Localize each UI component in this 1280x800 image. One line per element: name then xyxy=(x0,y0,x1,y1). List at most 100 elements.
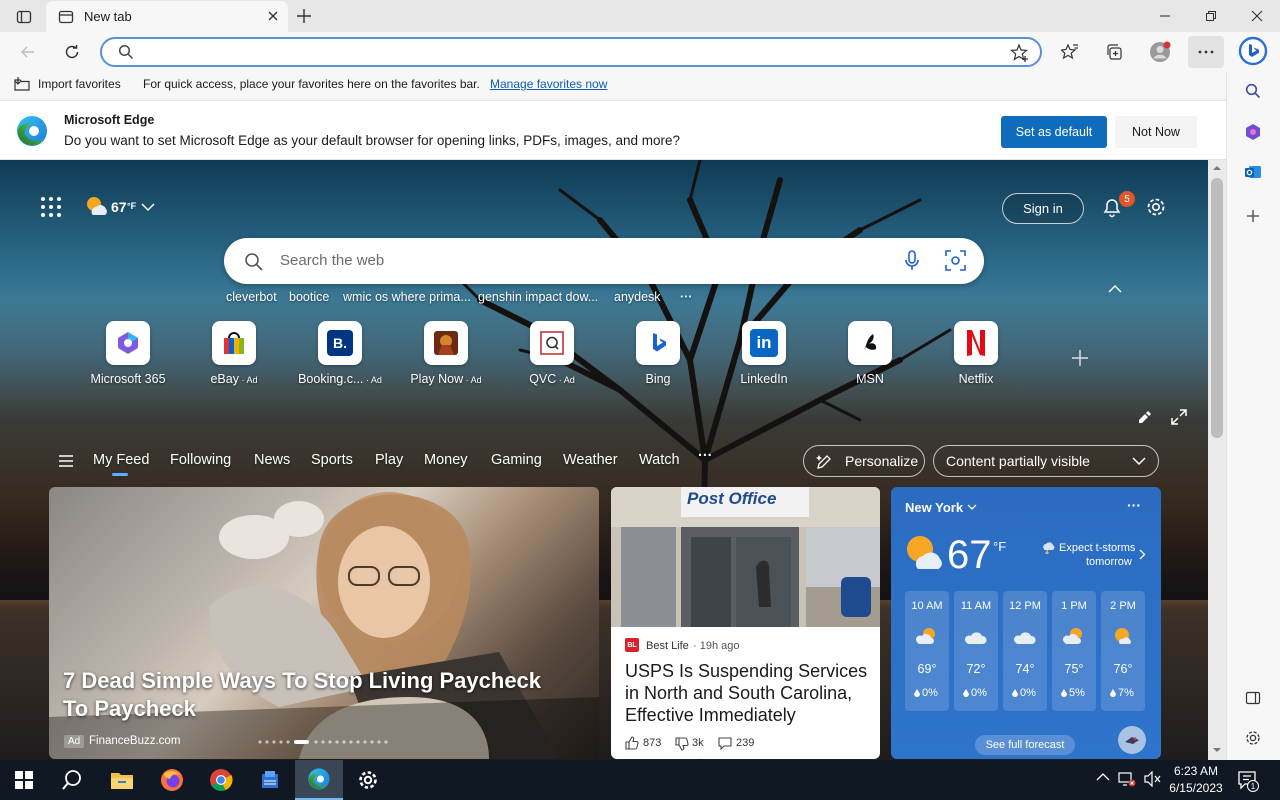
collections-icon[interactable] xyxy=(1096,36,1132,68)
taskbar-clock-date[interactable]: 6/15/2023 xyxy=(1166,781,1226,795)
manage-favorites-link[interactable]: Manage favorites now xyxy=(490,77,607,91)
windows-start-icon[interactable] xyxy=(0,760,48,800)
forecast-chevron-right-icon[interactable] xyxy=(1139,549,1146,560)
quick-link-msn[interactable]: MSN xyxy=(822,321,918,393)
trending-search-link[interactable]: genshin impact dow... xyxy=(478,290,598,304)
weather-feedback-button[interactable] xyxy=(1118,726,1146,754)
news-story-card[interactable]: Post Office BL Best Life · 19h ago USPS … xyxy=(611,487,880,759)
see-full-forecast-button[interactable]: See full forecast xyxy=(975,735,1075,755)
dislike-thumb-down-icon[interactable] xyxy=(675,737,689,751)
news-source[interactable]: Best Life xyxy=(646,640,689,652)
sidebar-copilot-icon[interactable] xyxy=(1240,119,1266,145)
sidebar-outlook-icon[interactable] xyxy=(1240,159,1266,185)
feed-menu-hamburger-icon[interactable] xyxy=(58,454,74,468)
news-headline[interactable]: USPS Is Suspending Services in North and… xyxy=(625,660,870,726)
background-edit-icon[interactable] xyxy=(1137,409,1153,425)
weather-city[interactable]: New York xyxy=(905,500,963,515)
favorites-icon[interactable] xyxy=(1052,36,1088,68)
trending-search-link[interactable]: cleverbot xyxy=(226,290,277,304)
profile-avatar[interactable] xyxy=(1142,36,1178,68)
weather-temperature[interactable]: 67 xyxy=(111,199,127,215)
like-thumb-up-icon[interactable] xyxy=(625,736,639,750)
add-favorite-star-icon[interactable] xyxy=(1010,43,1030,63)
feed-tab-news[interactable]: News xyxy=(254,452,290,468)
weather-card-more-ellipsis-icon[interactable]: ··· xyxy=(1127,497,1141,513)
bing-chat-icon[interactable] xyxy=(1236,34,1270,68)
close-window-icon[interactable] xyxy=(1234,0,1280,32)
voice-search-mic-icon[interactable] xyxy=(904,250,920,272)
taskbar-search-icon[interactable] xyxy=(48,760,96,800)
hourly-forecast-column[interactable]: 2 PM 76° 7% xyxy=(1101,591,1145,711)
personalize-button[interactable]: Personalize xyxy=(803,445,925,477)
network-disconnected-icon[interactable] xyxy=(1118,771,1136,787)
scrollbar-thumb[interactable] xyxy=(1211,178,1223,438)
page-settings-gear-icon[interactable] xyxy=(1145,196,1167,218)
quick-link-netflix[interactable]: Netflix xyxy=(928,321,1024,393)
chrome-icon[interactable] xyxy=(197,760,245,800)
quick-link-play-now[interactable]: Play Now · Ad xyxy=(398,321,494,393)
sidebar-hide-icon[interactable] xyxy=(1240,685,1266,711)
show-hidden-icons-chevron-up-icon[interactable] xyxy=(1096,772,1110,782)
file-explorer-icon[interactable] xyxy=(98,760,146,800)
web-search-box[interactable]: Search the web xyxy=(224,238,984,284)
trending-search-link[interactable]: anydesk xyxy=(614,290,661,304)
hourly-forecast-column[interactable]: 11 AM 72° 0% xyxy=(954,591,998,711)
taskbar-clock-time[interactable]: 6:23 AM xyxy=(1168,764,1224,778)
app-launcher-grid-icon[interactable] xyxy=(40,196,62,218)
import-favorites-link[interactable]: Import favorites xyxy=(38,77,121,91)
set-as-default-button[interactable]: Set as default xyxy=(1001,116,1107,148)
ad-source[interactable]: FinanceBuzz.com xyxy=(89,735,180,747)
back-arrow-icon[interactable] xyxy=(10,36,46,68)
quick-link-linkedin[interactable]: in LinkedIn xyxy=(716,321,812,393)
close-tab-icon[interactable] xyxy=(266,9,280,23)
restore-icon[interactable] xyxy=(1188,0,1234,32)
edge-taskbar-icon[interactable] xyxy=(295,760,343,800)
feed-tab-money[interactable]: Money xyxy=(424,452,468,468)
import-favorites-icon[interactable] xyxy=(13,76,31,92)
settings-gear-taskbar-icon[interactable] xyxy=(344,760,392,800)
more-trending-ellipsis-icon[interactable]: ··· xyxy=(680,290,693,304)
not-now-button[interactable]: Not Now xyxy=(1115,116,1197,148)
content-visibility-dropdown[interactable]: Content partially visible xyxy=(933,445,1159,477)
feed-tab-sports[interactable]: Sports xyxy=(311,452,353,468)
firefox-icon[interactable] xyxy=(148,760,196,800)
address-bar[interactable] xyxy=(100,37,1042,67)
settings-and-more-icon[interactable] xyxy=(1188,36,1224,68)
weather-sun-cloud-icon[interactable] xyxy=(84,194,110,218)
featured-story-card[interactable]: 7 Dead Simple Ways To Stop Living Payche… xyxy=(49,487,599,759)
feed-tab-play[interactable]: Play xyxy=(375,452,403,468)
refresh-icon[interactable] xyxy=(54,36,90,68)
comment-bubble-icon[interactable] xyxy=(718,736,732,750)
minimize-icon[interactable] xyxy=(1142,0,1188,32)
fullscreen-expand-icon[interactable] xyxy=(1170,408,1188,426)
scroll-up-arrow-icon[interactable] xyxy=(1211,164,1223,172)
quick-link-qvc[interactable]: QVC · Ad xyxy=(504,321,600,393)
feed-tab-watch[interactable]: Watch xyxy=(639,452,680,468)
more-feed-tabs-ellipsis-icon[interactable]: ··· xyxy=(698,448,713,464)
sidebar-search-icon[interactable] xyxy=(1240,78,1266,104)
weather-chevron-down-icon[interactable] xyxy=(141,202,155,212)
hourly-forecast-column[interactable]: 10 AM 69° 0% xyxy=(905,591,949,711)
quick-link-booking[interactable]: B. Booking.c... · Ad xyxy=(292,321,388,393)
add-quick-link-plus-icon[interactable] xyxy=(1070,348,1090,368)
hourly-forecast-column[interactable]: 12 PM 74° 0% xyxy=(1003,591,1047,711)
feed-tab-following[interactable]: Following xyxy=(170,452,231,468)
app-builder-icon[interactable] xyxy=(246,760,294,800)
sidebar-add-icon[interactable] xyxy=(1240,203,1266,229)
tab-actions-icon[interactable] xyxy=(8,6,40,28)
quick-link-bing[interactable]: Bing xyxy=(610,321,706,393)
hourly-forecast-column[interactable]: 1 PM 75° 5% xyxy=(1052,591,1096,711)
quick-link-microsoft-365[interactable]: Microsoft 365 xyxy=(80,321,176,393)
tab-new-tab[interactable]: New tab xyxy=(46,1,288,32)
volume-muted-icon[interactable] xyxy=(1144,771,1162,787)
trending-search-link[interactable]: wmic os where prima... xyxy=(343,290,471,304)
feed-tab-gaming[interactable]: Gaming xyxy=(491,452,542,468)
visual-search-camera-icon[interactable] xyxy=(945,250,966,271)
scroll-down-arrow-icon[interactable] xyxy=(1211,746,1223,754)
sign-in-button[interactable]: Sign in xyxy=(1002,193,1084,224)
new-tab-plus-icon[interactable] xyxy=(292,5,316,27)
quick-link-ebay[interactable]: eBay · Ad xyxy=(186,321,282,393)
feed-tab-weather[interactable]: Weather xyxy=(563,452,618,468)
forecast-note-line1[interactable]: Expect t-storms xyxy=(1059,542,1135,554)
carousel-pager-dots[interactable] xyxy=(257,739,391,745)
